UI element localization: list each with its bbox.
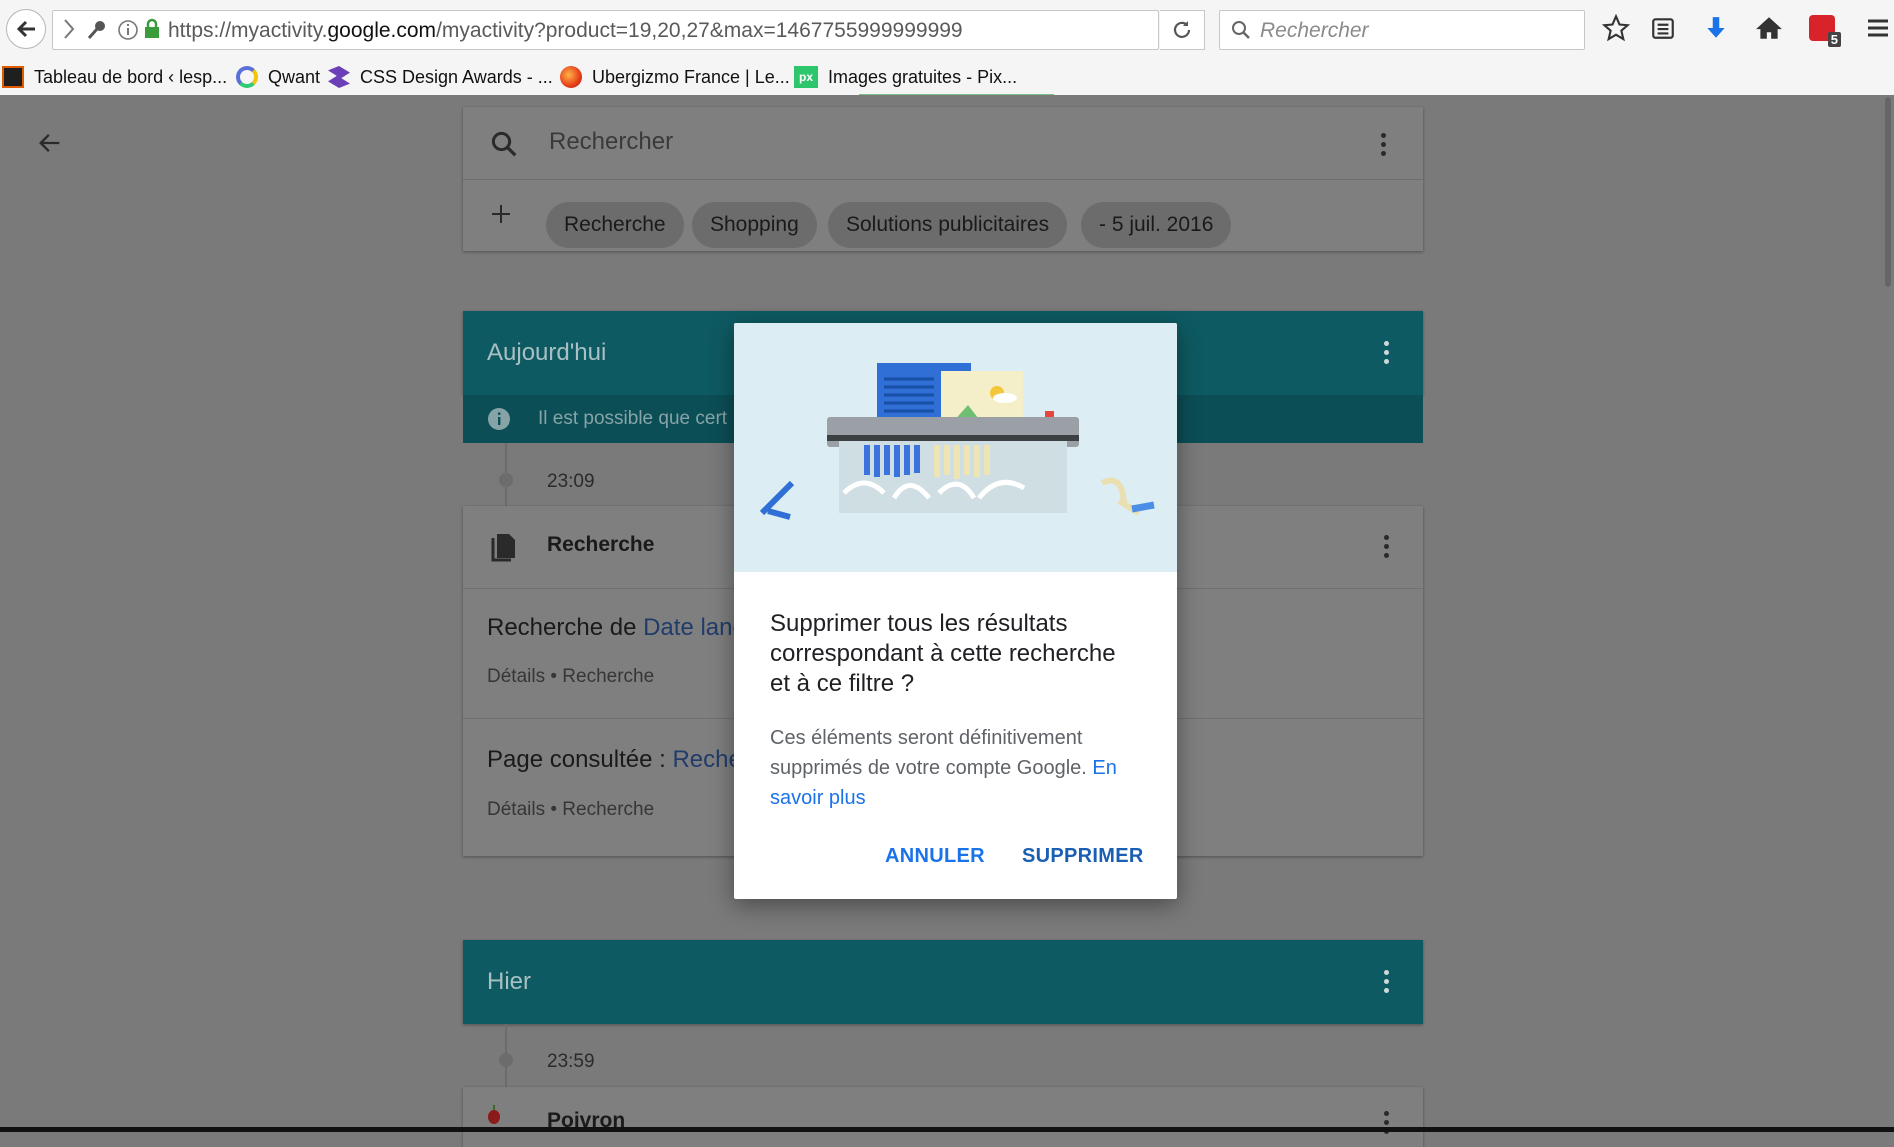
document-icon bbox=[491, 534, 515, 562]
scrollbar-thumb[interactable] bbox=[1885, 97, 1891, 287]
search-icon bbox=[491, 131, 517, 157]
dialog-body: Ces éléments seront définitivement suppr… bbox=[770, 723, 1145, 813]
home-icon bbox=[1756, 17, 1782, 39]
cssda-icon bbox=[328, 66, 350, 88]
page-scrollbar[interactable] bbox=[1882, 95, 1894, 295]
info-text: Il est possible que cert bbox=[538, 408, 728, 429]
arrow-left-icon bbox=[16, 20, 35, 38]
download-arrow-icon bbox=[1707, 17, 1725, 38]
shredder-illustration bbox=[734, 323, 1177, 572]
bookmark-label: Qwant bbox=[268, 66, 321, 87]
pepper-icon bbox=[488, 1105, 500, 1124]
info-icon[interactable] bbox=[117, 19, 139, 41]
entry-label: Recherche de bbox=[487, 614, 644, 641]
search-icon bbox=[1232, 21, 1250, 39]
delete-confirmation-dialog: Supprimer tous les résultats corresponda… bbox=[734, 323, 1177, 899]
window-bottom-border bbox=[0, 1127, 1894, 1132]
cancel-button[interactable]: ANNULER bbox=[885, 845, 985, 868]
entry-label: Page consultée : bbox=[487, 746, 673, 773]
bookmark-label: CSS Design Awards - ... bbox=[360, 66, 553, 87]
bookmark-star-button[interactable] bbox=[1600, 12, 1632, 44]
timestamp: 23:09 bbox=[547, 471, 595, 492]
filter-chip[interactable]: Recherche bbox=[546, 202, 684, 248]
filter-chip[interactable]: Shopping bbox=[692, 202, 817, 248]
delete-button[interactable]: SUPPRIMER bbox=[1022, 845, 1144, 868]
bookmark-label: Ubergizmo France | Le... bbox=[592, 66, 790, 87]
dialog-body-text: Ces éléments seront définitivement suppr… bbox=[770, 727, 1093, 779]
more-options-icon[interactable] bbox=[1384, 341, 1390, 368]
activity-entry: Page consultée : Reche bbox=[487, 746, 742, 774]
section-header-yesterday: Hier bbox=[463, 940, 1423, 1024]
activity-search-card: Rechercher Recherche Shopping Solutions … bbox=[463, 107, 1423, 251]
more-options-icon[interactable] bbox=[1384, 970, 1390, 997]
addon-badge: 5 bbox=[1827, 32, 1841, 47]
browser-chrome: https://myactivity.google.com/myactivity… bbox=[0, 0, 1894, 96]
filter-chip[interactable]: Solutions publicitaires bbox=[828, 202, 1068, 248]
more-options-icon[interactable] bbox=[1384, 1111, 1390, 1138]
timestamp: 23:59 bbox=[547, 1051, 595, 1072]
bookmark-item[interactable]: Qwant bbox=[236, 64, 320, 90]
arrow-back-icon[interactable] bbox=[36, 129, 64, 157]
timeline-node bbox=[499, 1053, 513, 1067]
bookmark-item[interactable]: px Images gratuites - Pix... bbox=[794, 64, 1017, 90]
downloads-button[interactable] bbox=[1700, 12, 1732, 44]
activity-card-title: Recherche bbox=[547, 533, 655, 556]
forward-arrow-icon[interactable] bbox=[59, 17, 83, 41]
entry-meta[interactable]: Détails • Recherche bbox=[487, 666, 654, 688]
entry-meta[interactable]: Détails • Recherche bbox=[487, 799, 654, 821]
more-options-icon[interactable] bbox=[1384, 535, 1390, 562]
dialog-title: Supprimer tous les résultats corresponda… bbox=[770, 610, 1116, 697]
browser-search-placeholder: Rechercher bbox=[1260, 19, 1369, 42]
bookmark-item[interactable]: Ubergizmo France | Le... bbox=[560, 64, 790, 90]
bookmarks-toolbar: Tableau de bord ‹ lesp... Qwant CSS Desi… bbox=[0, 60, 1894, 94]
info-icon bbox=[488, 408, 510, 430]
reload-icon bbox=[1173, 21, 1191, 38]
bookmark-item[interactable]: CSS Design Awards - ... bbox=[328, 64, 553, 90]
section-title: Hier bbox=[487, 968, 532, 995]
addon-icon: 5 bbox=[1809, 15, 1841, 47]
filter-chip[interactable]: - 5 juil. 2016 bbox=[1081, 202, 1232, 248]
bookmark-item[interactable]: Tableau de bord ‹ lesp... bbox=[2, 64, 227, 90]
browser-back-button[interactable] bbox=[6, 9, 46, 49]
reload-button[interactable] bbox=[1160, 10, 1205, 50]
key-icon[interactable] bbox=[85, 18, 109, 42]
activity-search-input[interactable]: Rechercher bbox=[549, 128, 673, 156]
addon-button[interactable]: 5 bbox=[1806, 12, 1841, 47]
section-title: Aujourd'hui bbox=[487, 339, 607, 366]
shredder-icon bbox=[759, 363, 1155, 520]
reading-list-button[interactable] bbox=[1647, 12, 1679, 44]
bookmark-label: Tableau de bord ‹ lesp... bbox=[34, 66, 228, 87]
activity-search-row[interactable]: Rechercher bbox=[463, 107, 1423, 180]
activity-entry: Recherche de Date lanc bbox=[487, 614, 744, 642]
wordpress-icon bbox=[2, 66, 24, 88]
url-text[interactable]: https://myactivity.google.com/myactivity… bbox=[168, 19, 963, 43]
entry-link[interactable]: Reche bbox=[672, 746, 741, 773]
qwant-icon bbox=[236, 66, 258, 88]
navigation-toolbar: https://myactivity.google.com/myactivity… bbox=[0, 0, 1894, 58]
ubergizmo-icon bbox=[560, 66, 582, 88]
add-filter-icon[interactable] bbox=[489, 202, 513, 226]
lock-icon bbox=[145, 18, 159, 38]
browser-search-bar[interactable]: Rechercher bbox=[1219, 10, 1585, 50]
menu-button[interactable] bbox=[1862, 12, 1894, 44]
url-bar[interactable]: https://myactivity.google.com/myactivity… bbox=[52, 10, 1159, 50]
clipboard-icon bbox=[1652, 18, 1674, 39]
entry-link[interactable]: Date lanc bbox=[643, 614, 744, 641]
home-button[interactable] bbox=[1753, 12, 1785, 44]
star-icon bbox=[1602, 14, 1630, 42]
pixabay-icon: px bbox=[794, 66, 818, 88]
hamburger-menu-icon bbox=[1868, 19, 1888, 37]
timeline-node bbox=[499, 473, 513, 487]
activity-card: Poivron bbox=[463, 1087, 1423, 1147]
more-options-icon[interactable] bbox=[1381, 133, 1387, 160]
bookmark-label: Images gratuites - Pix... bbox=[828, 66, 1018, 87]
